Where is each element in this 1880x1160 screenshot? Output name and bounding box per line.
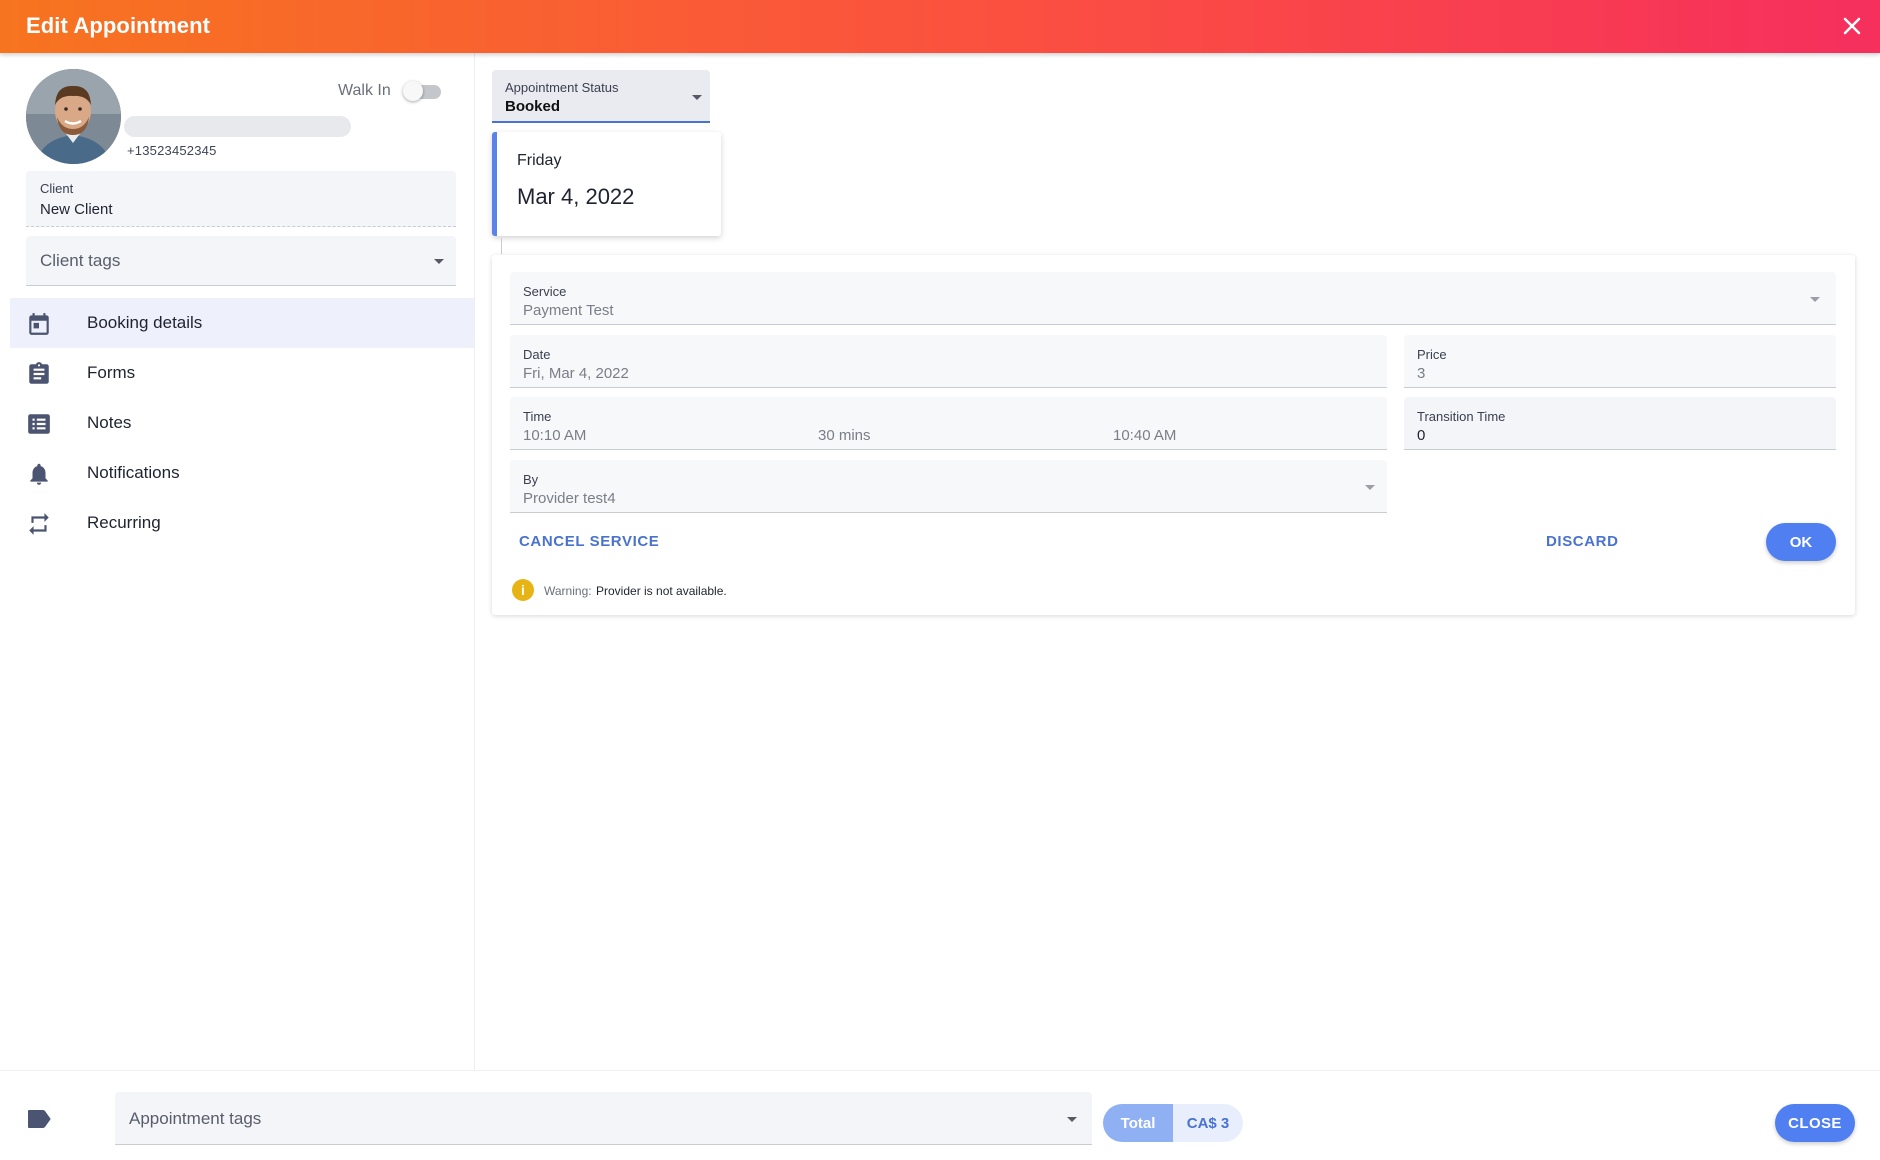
client-field-value: New Client — [40, 201, 113, 218]
notes-list-icon — [26, 411, 52, 437]
client-name-placeholder — [124, 116, 351, 137]
toggle-knob — [403, 81, 423, 101]
provider-select[interactable]: By Provider test4 — [510, 460, 1387, 513]
client-panel: +13523452345 Walk In Client New Client C… — [0, 53, 475, 1070]
dialog-title: Edit Appointment — [26, 13, 211, 38]
status-label: Appointment Status — [505, 80, 619, 95]
by-value: Provider test4 — [523, 490, 616, 507]
nav-item-recurring[interactable]: Recurring — [10, 498, 474, 548]
total-label: Total — [1103, 1104, 1173, 1142]
transition-time-field[interactable]: Transition Time 0 — [1404, 397, 1836, 450]
walk-in-toggle[interactable] — [403, 80, 441, 102]
chevron-down-icon — [1067, 1117, 1077, 1122]
price-value: 3 — [1417, 365, 1426, 382]
time-field[interactable]: Time 10:10 AM 30 mins 10:40 AM — [510, 397, 1387, 450]
close-button[interactable]: CLOSE — [1775, 1104, 1855, 1142]
end-time: 10:40 AM — [1113, 427, 1177, 444]
chevron-down-icon — [434, 259, 444, 264]
by-label: By — [523, 472, 539, 487]
transition-value: 0 — [1417, 427, 1426, 444]
client-tags-select[interactable]: Client tags — [26, 236, 456, 286]
warning-label: Warning: — [544, 584, 592, 598]
price-field[interactable]: Price 3 — [1404, 335, 1836, 388]
chevron-down-icon — [1365, 485, 1375, 490]
time-label: Time — [523, 409, 552, 424]
nav-item-notes[interactable]: Notes — [10, 398, 474, 448]
date-card-day: Friday — [517, 152, 562, 169]
warning-text: Provider is not available. — [596, 584, 727, 598]
service-label: Service — [523, 284, 567, 299]
status-value: Booked — [505, 98, 561, 115]
client-field[interactable]: Client New Client — [26, 171, 456, 227]
walk-in-label: Walk In — [338, 82, 391, 99]
appointment-status-select[interactable]: Appointment Status Booked — [492, 70, 710, 123]
date-value: Fri, Mar 4, 2022 — [523, 365, 629, 382]
bell-icon — [26, 461, 52, 487]
client-tags-placeholder: Client tags — [40, 251, 121, 270]
transition-label: Transition Time — [1417, 409, 1506, 424]
date-label: Date — [523, 347, 551, 362]
nav-label: Notes — [87, 413, 132, 432]
duration: 30 mins — [818, 427, 871, 444]
dialog-footer: Appointment tags Total CA$ 3 CLOSE — [0, 1070, 1880, 1160]
start-time: 10:10 AM — [523, 427, 587, 444]
repeat-icon — [26, 511, 52, 537]
tag-icon — [26, 1109, 52, 1129]
total-badge: Total CA$ 3 — [1103, 1104, 1243, 1142]
discard-button[interactable]: DISCARD — [1546, 533, 1619, 550]
price-label: Price — [1417, 347, 1447, 362]
service-select[interactable]: Service Payment Test — [510, 272, 1836, 325]
service-value: Payment Test — [523, 302, 614, 319]
nav-label: Recurring — [87, 513, 161, 532]
nav-item-forms[interactable]: Forms — [10, 348, 474, 398]
service-card: Service Payment Test Date Fri, Mar 4, 20… — [492, 255, 1855, 615]
total-value: CA$ 3 — [1173, 1104, 1243, 1142]
nav-label: Notifications — [87, 463, 180, 482]
client-field-label: Client — [40, 181, 74, 196]
date-card-date: Mar 4, 2022 — [517, 184, 635, 209]
nav-label: Booking details — [87, 313, 203, 332]
date-card: Friday Mar 4, 2022 — [492, 132, 721, 236]
cancel-service-button[interactable]: CANCEL SERVICE — [519, 533, 659, 550]
nav-label: Forms — [87, 363, 136, 382]
chevron-down-icon — [1810, 297, 1820, 302]
dialog-header: Edit Appointment — [0, 0, 1880, 53]
appointment-tags-placeholder: Appointment tags — [129, 1109, 262, 1128]
calendar-icon — [26, 311, 52, 337]
date-field[interactable]: Date Fri, Mar 4, 2022 — [510, 335, 1387, 388]
client-phone: +13523452345 — [127, 143, 217, 158]
clipboard-icon — [26, 361, 52, 387]
nav-item-booking-details[interactable]: Booking details — [10, 298, 474, 348]
close-icon[interactable] — [1838, 12, 1866, 40]
nav-item-notifications[interactable]: Notifications — [10, 448, 474, 498]
warning-icon: i — [512, 579, 534, 601]
appointment-tags-select[interactable]: Appointment tags — [115, 1092, 1092, 1145]
ok-button[interactable]: OK — [1766, 523, 1836, 561]
chevron-down-icon — [692, 95, 702, 100]
timeline-connector — [501, 238, 502, 254]
avatar — [26, 69, 121, 164]
